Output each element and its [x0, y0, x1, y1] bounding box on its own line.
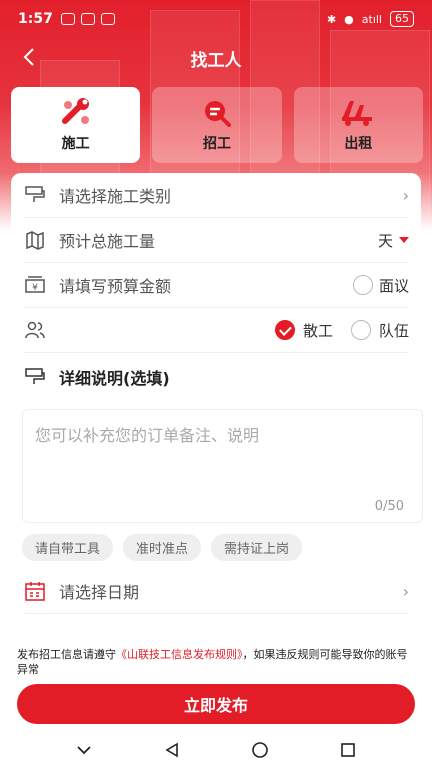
casual-worker-label: 散工: [302, 321, 333, 340]
brush-icon: [23, 365, 47, 389]
wrench-icon: [61, 98, 89, 124]
negotiable-radio[interactable]: [352, 275, 373, 295]
signal-icon: atıll: [361, 12, 382, 26]
notes-placeholder: 您可以补充您的订单备注、说明: [35, 426, 260, 445]
nav-bar: 找工人: [0, 38, 432, 76]
publish-button[interactable]: 立即发布: [17, 684, 415, 724]
worker-type-field: 散工 队伍: [23, 308, 409, 353]
budget-field[interactable]: ¥ 请填写预算金额 面议: [23, 263, 409, 308]
tab-label: 施工: [61, 136, 90, 152]
notification-icon: [100, 13, 115, 25]
order-form: 请选择施工类别 › 预计总施工量 天 ¥ 请填写预算金额 面议 散工 队伍 详细…: [11, 173, 423, 633]
recruit-icon: [204, 101, 231, 127]
tab-label: 出租: [344, 136, 373, 152]
tab-construction[interactable]: 施工: [11, 87, 141, 163]
battery-indicator: 65: [390, 11, 414, 27]
unit-label: 天: [377, 231, 393, 250]
rule-prefix: 发布招工信息请遵守: [17, 648, 116, 661]
notes-textarea[interactable]: 您可以补充您的订单备注、说明 0/50: [22, 409, 423, 523]
notification-icons: [60, 13, 115, 25]
location-icon: ●: [344, 12, 354, 26]
notification-icon: [80, 13, 95, 25]
brush-icon: [23, 183, 47, 207]
char-counter: 0/50: [374, 499, 404, 514]
caret-down-icon: [399, 237, 409, 243]
unit-dropdown[interactable]: 天: [378, 230, 409, 251]
casual-worker-radio[interactable]: [274, 320, 295, 340]
notification-icon: [60, 13, 75, 25]
recents-icon[interactable]: [333, 735, 363, 765]
calendar-icon: [23, 579, 47, 603]
svg-text:¥: ¥: [32, 283, 38, 293]
bluetooth-icon: ✱: [326, 12, 337, 26]
quantity-field[interactable]: 预计总施工量 天: [23, 218, 409, 263]
category-placeholder: 请选择施工类别: [59, 187, 172, 206]
money-icon: ¥: [23, 273, 47, 297]
status-bar: 1:57 ✱ ● atıll 65: [0, 0, 432, 38]
team-radio[interactable]: [350, 320, 371, 340]
rule-link[interactable]: 《山联技工信息发布规则》: [116, 648, 243, 661]
quick-tags: 请自带工具 准时准点 需持证上岗: [22, 534, 303, 561]
tab-rent[interactable]: 出租: [293, 87, 423, 163]
chevron-down-icon[interactable]: [69, 735, 99, 765]
map-icon: [23, 228, 47, 252]
rent-icon: [342, 101, 373, 126]
tab-recruit[interactable]: 招工: [152, 87, 282, 163]
team-label: 队伍: [378, 321, 409, 340]
back-nav-icon[interactable]: [157, 735, 187, 765]
home-icon[interactable]: [245, 735, 275, 765]
details-header: 详细说明(选填): [23, 354, 409, 399]
category-select[interactable]: 请选择施工类别 ›: [23, 173, 409, 218]
rule-notice: 发布招工信息请遵守《山联技工信息发布规则》，如果违反规则可能导致你的账号异常: [17, 647, 415, 677]
people-icon: [23, 318, 47, 342]
date-select[interactable]: 请选择日期 ›: [23, 569, 409, 614]
tag-chip[interactable]: 准时准点: [123, 534, 202, 561]
system-nav-bar: [0, 732, 432, 768]
tag-chip[interactable]: 需持证上岗: [211, 534, 303, 561]
details-title: 详细说明(选填): [59, 368, 170, 388]
negotiable-option[interactable]: 面议: [352, 275, 409, 296]
budget-placeholder: 请填写预算金额: [59, 277, 172, 296]
category-tabs: 施工 招工 出租: [11, 87, 423, 163]
tab-label: 招工: [202, 136, 231, 152]
negotiable-label: 面议: [378, 276, 409, 295]
chevron-right-icon: ›: [402, 185, 409, 205]
date-placeholder: 请选择日期: [59, 583, 140, 602]
quantity-placeholder: 预计总施工量: [59, 232, 156, 251]
page-title: 找工人: [190, 51, 242, 71]
status-time: 1:57: [18, 11, 53, 27]
chevron-right-icon: ›: [402, 581, 409, 601]
tag-chip[interactable]: 请自带工具: [22, 534, 114, 561]
